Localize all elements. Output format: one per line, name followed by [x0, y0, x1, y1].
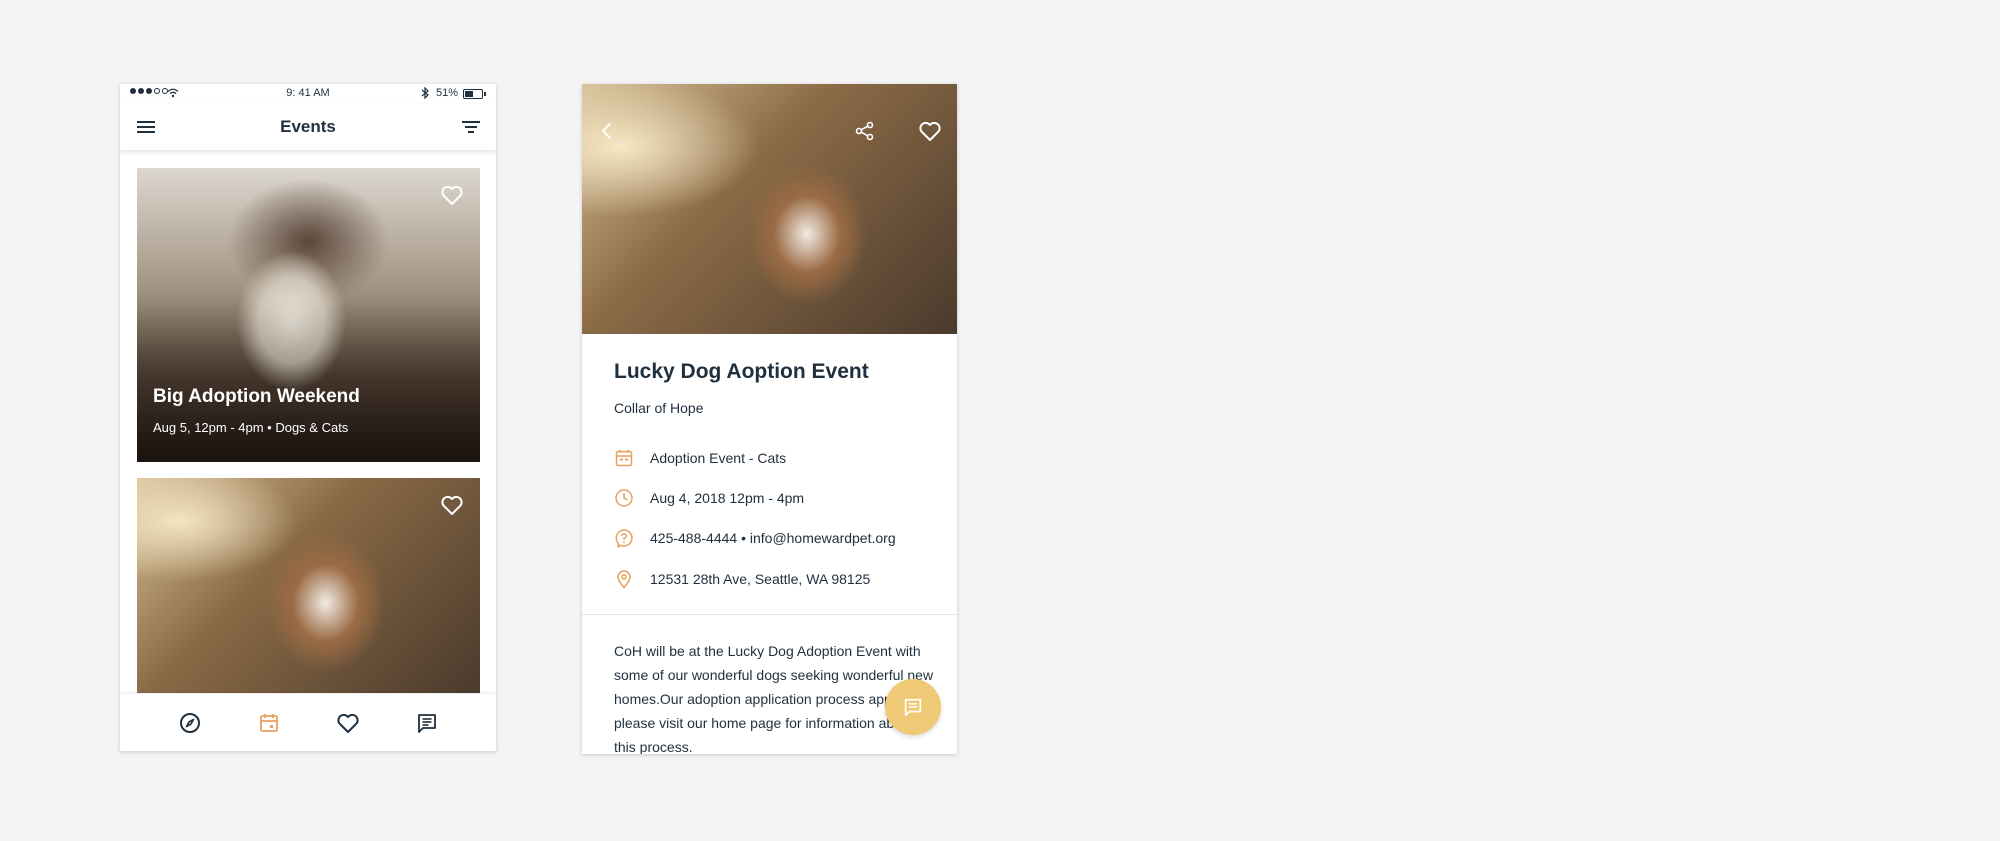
favorite-heart-icon[interactable] [918, 120, 942, 142]
heart-icon [336, 713, 359, 733]
event-subtitle: Aug 5, 12pm - 4pm • Dogs & Cats [153, 420, 349, 435]
organization-name: Collar of Hope [614, 400, 704, 416]
bottom-nav [120, 694, 496, 751]
nav-events[interactable] [256, 710, 282, 736]
page-title: Events [280, 117, 336, 136]
calendar-icon [614, 448, 634, 468]
event-address-row: 12531 28th Ave, Seattle, WA 98125 [614, 569, 870, 589]
share-icon[interactable] [854, 120, 876, 142]
message-fab-button[interactable] [885, 679, 941, 735]
event-title: Lucky Dog Aoption Event [614, 360, 869, 383]
filter-icon[interactable] [460, 117, 482, 137]
divider [582, 614, 957, 615]
event-contact-text[interactable]: 425-488-4444 • info@homewardpet.org [650, 530, 896, 546]
event-address-text[interactable]: 12531 28th Ave, Seattle, WA 98125 [650, 571, 870, 587]
clock-icon [614, 488, 634, 508]
battery-percent: 51% [436, 87, 459, 99]
nav-explore[interactable] [177, 710, 203, 736]
event-card[interactable]: Big Adoption Weekend Aug 5, 12pm - 4pm •… [137, 168, 480, 462]
event-contact-row: 425-488-4444 • info@homewardpet.org [614, 528, 896, 548]
location-pin-icon [614, 569, 634, 589]
battery-icon [463, 89, 486, 99]
chat-icon [904, 698, 922, 717]
event-type-row: Adoption Event - Cats [614, 448, 786, 468]
event-hero-photo [582, 84, 957, 334]
nav-favorites[interactable] [335, 710, 361, 736]
event-card[interactable] [137, 478, 480, 693]
favorite-heart-icon[interactable] [440, 494, 464, 516]
favorite-heart-icon[interactable] [440, 184, 464, 206]
event-title: Big Adoption Weekend [153, 386, 360, 407]
help-bubble-icon [614, 528, 634, 548]
status-bar: 9: 41 AM 51% [120, 84, 496, 104]
compass-icon [179, 712, 200, 733]
event-datetime-row: Aug 4, 2018 12pm - 4pm [614, 488, 804, 508]
event-photo [137, 478, 480, 693]
bluetooth-icon [421, 87, 429, 99]
app-bar: Events [120, 104, 496, 150]
back-arrow-icon[interactable] [596, 120, 618, 142]
event-datetime-text: Aug 4, 2018 12pm - 4pm [650, 490, 805, 506]
events-list-screen: 9: 41 AM 51% Events Big Adoption Weekend… [120, 84, 496, 751]
nav-messages[interactable] [414, 710, 440, 736]
chat-icon [417, 713, 436, 733]
calendar-icon [259, 713, 278, 732]
menu-icon[interactable] [135, 117, 157, 137]
event-detail-screen: Lucky Dog Aoption Event Collar of Hope A… [582, 84, 957, 754]
event-type-text: Adoption Event - Cats [650, 450, 787, 466]
